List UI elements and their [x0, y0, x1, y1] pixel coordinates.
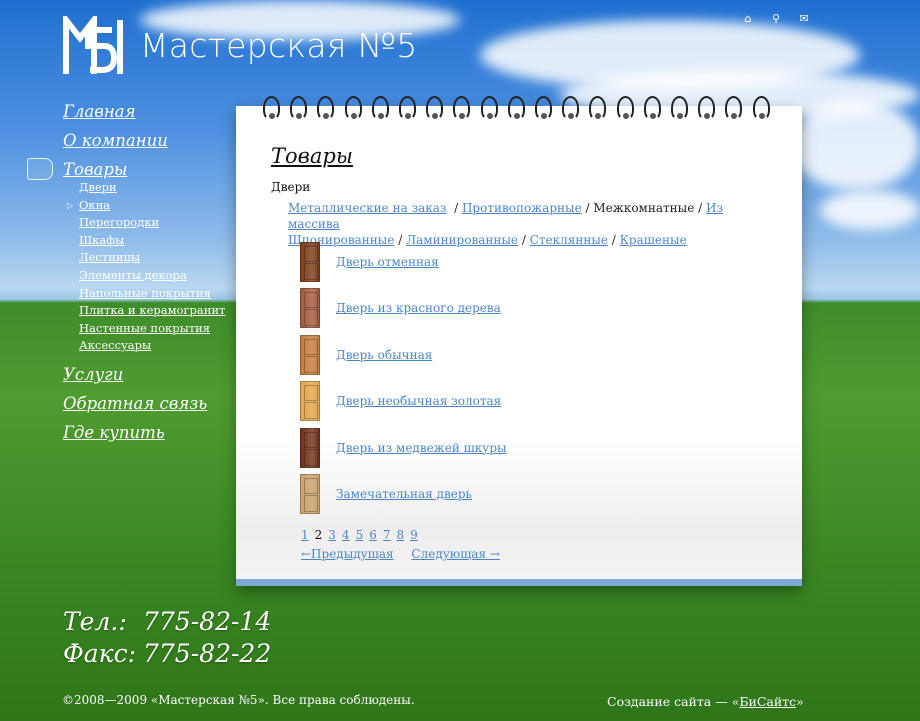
product-item: Дверь обычная [300, 334, 720, 375]
cloud [820, 190, 920, 230]
page-link[interactable]: 8 [396, 528, 404, 542]
product-item: Дверь из красного дерева [300, 288, 720, 329]
door-thumbnail[interactable] [300, 474, 320, 514]
subnav-item-partitions[interactable]: Перегородки [79, 215, 159, 229]
copyright: ©2008—2009 «Мастерская №5». Все права со… [62, 693, 415, 707]
door-thumbnail[interactable] [300, 334, 320, 375]
nav-item-home[interactable]: Главная [63, 102, 136, 121]
page-link[interactable]: 3 [328, 528, 336, 542]
site-credits: Создание сайта — «БиСайтс» [607, 694, 804, 709]
subnav-item-doors[interactable]: Двери [79, 180, 117, 194]
category-metal[interactable]: Металлические на заказ [288, 201, 446, 215]
spiral-ring [317, 96, 335, 120]
spiral-ring [589, 96, 607, 120]
fax-number: 775-82-22 [143, 639, 272, 668]
product-item: Дверь отменная [300, 242, 720, 282]
door-thumbnail[interactable] [300, 288, 320, 329]
nav-item-services[interactable]: Услуги [63, 365, 123, 384]
nav-item-products[interactable]: Товары [63, 160, 127, 179]
subnav-item-decor[interactable]: Элементы декора [79, 268, 187, 282]
fax-label: Факс: [63, 639, 137, 668]
spiral-ring [562, 96, 580, 120]
phone-row: Тел.: 775-82-14 [63, 606, 271, 638]
home-icon[interactable]: ⌂ [741, 12, 755, 26]
notebook-spirals [263, 96, 783, 126]
subnav-item-wall-coverings[interactable]: Настенные покрытия [79, 321, 210, 335]
product-link[interactable]: Дверь обычная [336, 348, 432, 362]
cloud [790, 100, 920, 190]
page-link[interactable]: 4 [342, 528, 350, 542]
category-interior: Межкомнатные [593, 201, 695, 215]
spiral-ring [535, 96, 552, 120]
current-page: 2 [314, 528, 323, 542]
spiral-ring [480, 96, 498, 120]
phone-number: 775-82-14 [143, 607, 272, 636]
credits-suffix: » [796, 694, 804, 709]
page-link[interactable]: 9 [410, 528, 418, 542]
credits-prefix: Создание сайта — « [607, 694, 740, 709]
nav-item-about[interactable]: О компании [63, 131, 168, 150]
next-page-link[interactable]: Следующая → [411, 547, 500, 561]
contact-phones: Тел.: 775-82-14 Факс: 775-82-22 [63, 606, 271, 670]
product-item: Дверь необычная золотая [300, 381, 720, 422]
spiral-ring [399, 96, 416, 120]
spiral-ring [752, 96, 770, 120]
sitemap-icon[interactable]: ⚲ [769, 12, 783, 26]
fax-row: Факс: 775-82-22 [63, 638, 271, 670]
subnav-item-accessories[interactable]: Аксессуары [79, 338, 151, 352]
top-icons: ⌂ ⚲ ✉ [741, 12, 811, 26]
spiral-ring [426, 96, 444, 120]
active-nav-marker [27, 158, 53, 180]
spiral-ring [616, 96, 634, 120]
product-item: Дверь из медвежей шкуры [300, 427, 720, 468]
door-thumbnail[interactable] [300, 427, 320, 468]
phone-label: Тел.: [63, 607, 127, 636]
spiral-ring [344, 96, 362, 120]
mail-icon[interactable]: ✉ [797, 12, 811, 26]
spiral-ring [453, 96, 471, 120]
spiral-ring [671, 96, 688, 120]
pagination: 123456789 [301, 528, 424, 542]
spiral-ring [507, 96, 525, 120]
nav-item-where-to-buy[interactable]: Где купить [63, 423, 165, 442]
page-link[interactable]: 6 [369, 528, 377, 542]
chevron-right-icon: ▷ [67, 201, 74, 210]
panel-bottom-bar [236, 579, 802, 586]
door-thumbnail[interactable] [300, 381, 320, 422]
subnav-item-tiles[interactable]: Плитка и керамогранит [79, 303, 225, 317]
breadcrumb: Двери [271, 180, 311, 194]
subnav-item-windows[interactable]: Окна [79, 198, 110, 212]
product-link[interactable]: Дверь необычная золотая [336, 394, 501, 408]
spiral-ring [643, 96, 661, 120]
spiral-ring [698, 96, 716, 120]
subnav-item-wardrobes[interactable]: Шкафы [79, 233, 124, 247]
spiral-ring [263, 96, 280, 120]
nav-item-feedback[interactable]: Обратная связь [63, 394, 207, 413]
product-link[interactable]: Дверь отменная [336, 255, 439, 269]
product-link[interactable]: Замечательная дверь [336, 487, 472, 501]
category-fireproof[interactable]: Противопожарные [462, 201, 582, 215]
credits-link[interactable]: БиСайтс [739, 694, 796, 709]
product-link[interactable]: Дверь из медвежей шкуры [336, 441, 507, 455]
product-link[interactable]: Дверь из красного дерева [336, 301, 501, 315]
subnav-item-stairs[interactable]: Лестницы [79, 250, 140, 264]
m5-logo-icon[interactable] [62, 16, 124, 76]
page-link[interactable]: 1 [301, 528, 309, 542]
door-thumbnail[interactable] [300, 242, 320, 282]
spiral-ring [725, 96, 743, 120]
subnav-item-flooring[interactable]: Напольные покрытия [79, 286, 211, 300]
spiral-ring [290, 96, 308, 120]
prev-page-link[interactable]: ←Предыдущая [301, 547, 394, 561]
page-title: Товары [271, 144, 353, 168]
page-link[interactable]: 7 [383, 528, 391, 542]
page-link[interactable]: 5 [356, 528, 364, 542]
site-title[interactable]: Мастерская №5 [140, 26, 418, 65]
category-links: Металлические на заказ / Противопожарные… [288, 201, 724, 247]
prev-next: ←Предыдущая Следующая → [301, 547, 514, 561]
product-item: Замечательная дверь [300, 474, 720, 514]
spiral-ring [371, 96, 389, 120]
